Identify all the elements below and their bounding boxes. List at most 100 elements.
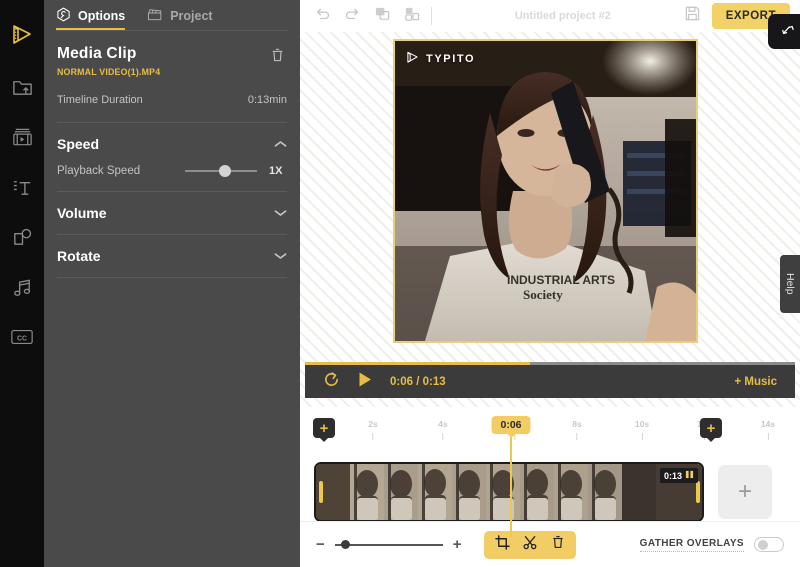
section-volume: Volume — [44, 192, 300, 234]
cc-icon: CC — [10, 327, 34, 347]
timeline-playhead-lower — [510, 525, 512, 537]
gather-overlays-toggle[interactable] — [754, 537, 784, 552]
tab-options-label: Options — [78, 9, 125, 23]
svg-text:CC: CC — [17, 335, 27, 342]
save-icon[interactable] — [684, 5, 701, 27]
clip-context-toolbar: Replace — [768, 14, 800, 49]
section-speed-title: Speed — [57, 136, 99, 152]
main-area: Untitled project #2 EXPORT — [300, 0, 800, 567]
playhead-time-label: 0:06 — [500, 419, 521, 431]
delete-clip-button[interactable] — [268, 45, 287, 70]
scissors-icon — [523, 537, 538, 554]
help-tab[interactable]: Help — [780, 255, 800, 313]
add-new-clip-button[interactable]: + — [718, 465, 772, 519]
app-logo-film-play-icon[interactable] — [0, 8, 44, 62]
timeline-clip[interactable]: 0:13 — [314, 462, 704, 522]
timeline-zoom-slider[interactable] — [335, 544, 443, 546]
text-icon — [11, 176, 34, 199]
slider-knob[interactable] — [219, 165, 231, 177]
plus-icon: + — [707, 421, 716, 436]
clip-edit-toolbar — [484, 531, 576, 559]
chevron-down-icon[interactable] — [274, 247, 287, 265]
plus-icon: + — [320, 421, 329, 436]
timeline-playhead[interactable] — [510, 437, 512, 525]
ruler-tick-label: 10s — [635, 419, 649, 429]
duplicate-icon[interactable] — [374, 6, 391, 27]
clip-trim-handle-left[interactable] — [316, 464, 325, 520]
crop-icon — [495, 537, 510, 554]
tab-project[interactable]: Project — [147, 0, 212, 31]
rail-item-shapes[interactable] — [0, 212, 44, 262]
section-volume-header[interactable]: Volume — [57, 192, 287, 234]
crop-tool-button[interactable] — [495, 535, 510, 555]
ruler-tick: 8s — [572, 419, 581, 440]
section-speed-header[interactable]: Speed — [57, 123, 287, 165]
replace-icon — [781, 23, 795, 40]
clapperboard-icon — [147, 7, 163, 25]
music-note-icon — [11, 276, 34, 299]
timeline-duration-label: Timeline Duration — [57, 94, 143, 106]
media-clip-header: Media Clip NORMAL VIDEO(1).MP4 — [57, 31, 287, 77]
ruler-tick-label: 14s — [761, 419, 775, 429]
split-tool-button[interactable] — [523, 535, 538, 555]
restart-icon — [323, 375, 340, 392]
film-play-icon — [405, 50, 420, 68]
ruler-tick: 2s — [368, 419, 377, 440]
section-rotate-header[interactable]: Rotate — [57, 235, 287, 277]
clip-duration-label: 0:13 — [664, 471, 682, 481]
typito-watermark: TYPITO — [405, 50, 475, 68]
redo-icon[interactable] — [344, 6, 361, 26]
section-speed: Speed Playback Speed 1X — [44, 123, 300, 191]
playback-speed-label: Playback Speed — [57, 165, 140, 177]
add-music-button[interactable]: + Music — [734, 376, 777, 388]
chevron-down-icon[interactable] — [274, 204, 287, 222]
playhead-time-badge[interactable]: 0:06 — [491, 416, 530, 434]
wrench-icon — [56, 7, 71, 25]
trash-icon — [551, 537, 565, 554]
section-rotate-title: Rotate — [57, 248, 101, 264]
project-name-label[interactable]: Untitled project #2 — [442, 10, 684, 22]
clip-thumbnail-strip — [316, 464, 702, 520]
help-label: Help — [784, 273, 796, 295]
ruler-tick-label: 2s — [368, 419, 377, 429]
add-clip-left-button[interactable]: + — [313, 418, 335, 438]
delete-tool-button[interactable] — [551, 534, 565, 555]
options-panel: Options Project Media Clip — [44, 0, 300, 567]
rail-item-upload[interactable] — [0, 62, 44, 112]
rail-item-media[interactable] — [0, 112, 44, 162]
zoom-out-button[interactable]: − — [316, 536, 325, 553]
toolbar-divider — [431, 7, 432, 25]
tab-bar-divider — [56, 30, 288, 31]
tab-options[interactable]: Options — [56, 0, 125, 31]
undo-icon[interactable] — [314, 6, 331, 26]
panel-tab-bar: Options Project — [44, 0, 300, 31]
zoom-slider-knob[interactable] — [341, 540, 350, 549]
replace-button[interactable]: Replace — [781, 23, 800, 40]
timeline-duration-row: Timeline Duration 0:13min — [57, 94, 287, 106]
chevron-up-icon[interactable] — [274, 135, 287, 153]
preview-stage: INDUSTRIAL ARTS Society TYPITO — [300, 32, 800, 407]
media-strip-icon — [11, 126, 34, 149]
folder-upload-icon — [11, 76, 34, 99]
play-icon — [357, 375, 373, 392]
playback-speed-row: Playback Speed 1X — [57, 165, 287, 191]
group-icon[interactable] — [404, 6, 421, 27]
media-clip-filename: NORMAL VIDEO(1).MP4 — [57, 67, 160, 77]
media-clip-block: Media Clip NORMAL VIDEO(1).MP4 Timeline … — [44, 31, 300, 123]
rail-item-text[interactable] — [0, 162, 44, 212]
media-clip-titles: Media Clip NORMAL VIDEO(1).MP4 — [57, 45, 160, 77]
rail-item-captions[interactable]: CC — [0, 312, 44, 362]
zoom-in-button[interactable]: + — [453, 536, 462, 553]
gather-overlays-control: GATHER OVERLAYS — [640, 537, 784, 552]
ruler-tick-label: 4s — [438, 419, 447, 429]
trash-icon — [270, 50, 285, 67]
restart-button[interactable] — [323, 371, 340, 393]
top-toolbar: Untitled project #2 EXPORT — [300, 0, 800, 32]
add-clip-right-button[interactable]: + — [700, 418, 722, 438]
rail-item-music[interactable] — [0, 262, 44, 312]
playback-speed-slider[interactable] — [185, 170, 257, 172]
video-preview-frame[interactable]: INDUSTRIAL ARTS Society TYPITO — [393, 39, 698, 343]
section-volume-title: Volume — [57, 205, 107, 221]
tab-project-label: Project — [170, 9, 212, 23]
play-button[interactable] — [357, 371, 373, 393]
